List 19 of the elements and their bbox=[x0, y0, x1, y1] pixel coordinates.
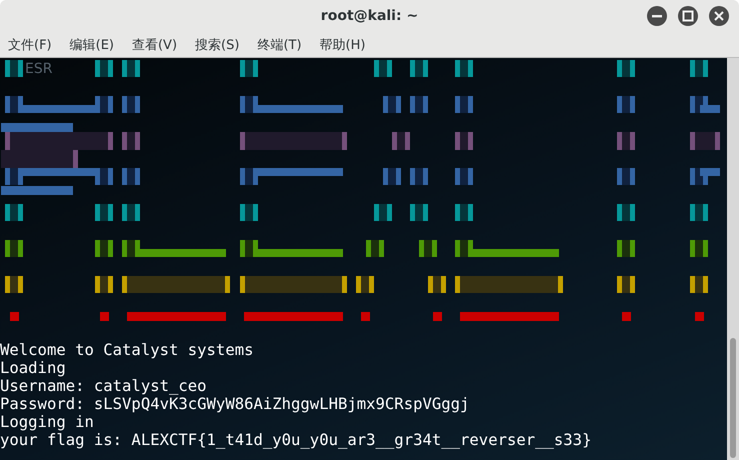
menu-item[interactable]: 终端(T) bbox=[257, 36, 302, 54]
menu-item[interactable]: 帮助(H) bbox=[320, 36, 366, 54]
terminal-line: Logging in bbox=[0, 413, 95, 431]
scrollbar-thumb[interactable] bbox=[730, 338, 736, 458]
menu-item[interactable]: 查看(V) bbox=[132, 36, 178, 54]
menu-item[interactable]: 编辑(E) bbox=[70, 36, 114, 54]
menu-item[interactable]: 文件(F) bbox=[8, 36, 52, 54]
menu-item[interactable]: 搜索(S) bbox=[195, 36, 240, 54]
terminal-line: your flag is: ALEXCTF{1_t41d_y0u_y0u_ar3__gr34t__reverser__s33} bbox=[0, 431, 592, 449]
terminal-line: Welcome to Catalyst systems bbox=[0, 341, 254, 359]
close-icon[interactable] bbox=[708, 5, 730, 27]
scrollbar[interactable] bbox=[727, 58, 739, 460]
terminal-line: Username: catalyst_ceo bbox=[0, 377, 208, 395]
terminal-line: Password: sLSVpQ4vK3cGWyW86AiZhggwLHBjmx9CRspVGggj bbox=[0, 395, 470, 413]
window-title: root@kali: ~ bbox=[320, 8, 418, 24]
minimize-icon[interactable] bbox=[646, 5, 668, 27]
terminal-line: Loading bbox=[0, 359, 67, 377]
desktop-label: ESR bbox=[25, 61, 52, 77]
maximize-icon[interactable] bbox=[677, 5, 699, 27]
